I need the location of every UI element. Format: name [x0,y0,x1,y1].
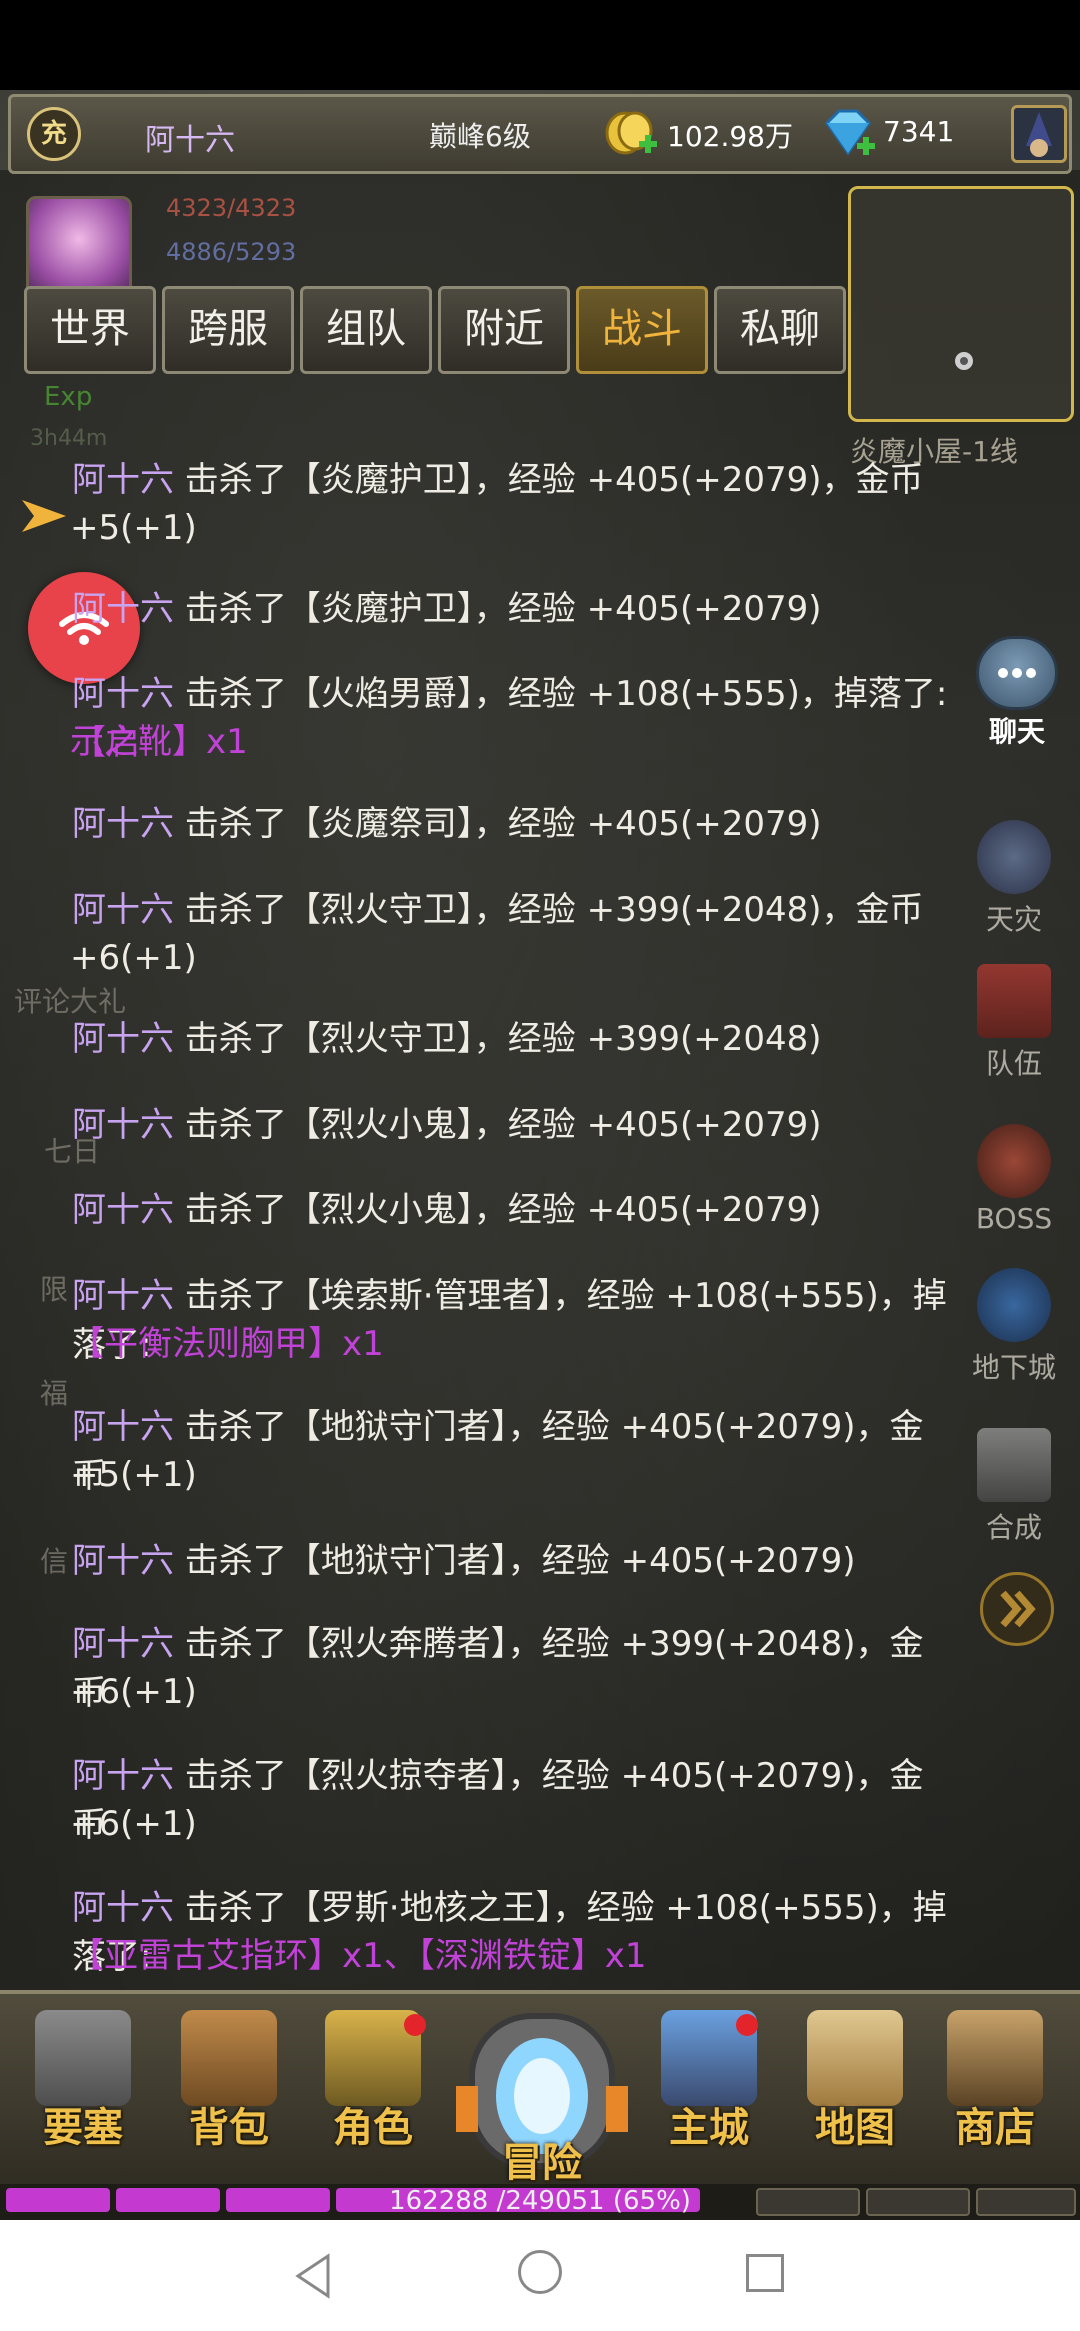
portal-icon [977,1268,1051,1342]
notification-badge [736,2014,758,2036]
synth-button[interactable]: 合成 [966,1428,1062,1546]
limited-label[interactable]: 限 [40,1268,68,1308]
chat-message: 阿十六 击杀了【地狱守门者】，经验 +405(+2079) [72,1541,856,1581]
home-icon[interactable] [518,2250,562,2294]
wizard-icon [1026,112,1052,157]
boss-button[interactable]: BOSS [966,1124,1062,1235]
backpack-icon [181,2010,277,2106]
tab-battle[interactable]: 战斗 [576,286,708,374]
diamond-value: 7341 [883,115,955,148]
hp-value: 4323/4323 [166,194,297,222]
status-bar [0,0,1080,90]
chat-bubble-icon [976,636,1058,710]
chat-message: 阿十六 击杀了【烈火掠夺者】，经验 +405(+2079)，金币 [72,1756,924,1845]
exp-text: 162288 /249051 (65%) [389,2186,691,2216]
team-button[interactable]: 队伍 [966,964,1062,1082]
back-icon[interactable] [292,2252,336,2300]
synth-label: 合成 [985,1511,1042,1544]
chat-message: 阿十六 击杀了【烈火小鬼】，经验 +405(+2079) [72,1105,822,1145]
boss-label: BOSS [975,1202,1053,1235]
chat-message-cont: +6(+1) [70,1672,197,1712]
nav-fortress[interactable]: 要塞 [28,2010,138,2160]
player-name: 阿十六 [145,123,235,158]
chat-message-cont: 【平衡法则胸甲】x1 [70,1324,384,1364]
hammer-icon [977,1428,1051,1502]
tianzai-button[interactable]: 天灾 [966,820,1062,938]
peak-level: 巅峰6级 [429,120,531,153]
recharge-button[interactable]: 充 [27,107,81,161]
chat-message: 阿十六 击杀了【炎魔护卫】，经验 +405(+2079)，金币 [72,460,924,500]
chat-message-cont: +5(+1) [70,1455,197,1495]
nav-backpack[interactable]: 背包 [174,2010,284,2160]
tab-team[interactable]: 组队 [300,286,432,374]
fortress-icon [35,2010,131,2106]
top-bar: 充 阿十六 巅峰6级 102.98万 7341 [8,94,1072,174]
nav-label: 背包 [189,2105,269,2151]
tab-nearby[interactable]: 附近 [438,286,570,374]
demon-icon [977,1124,1051,1198]
tab-private[interactable]: 私聊 [714,286,846,374]
nav-label: 商店 [955,2105,1035,2151]
mail-label[interactable]: 信 [40,1540,68,1580]
welfare-label[interactable]: 福 [40,1372,68,1412]
gold-icon [605,111,657,155]
chat-message: 阿十六 击杀了【炎魔护卫】，经验 +405(+2079) [72,589,822,629]
tianzai-label: 天灾 [985,903,1042,936]
double-chevron-icon [1000,1590,1036,1628]
nav-label: 主城 [669,2105,749,2151]
location-pin-icon [955,352,973,370]
chat-message-cont: 示之靴】x1 [70,722,248,762]
nav-adventure[interactable]: 冒险 [452,1996,632,2186]
gold-value: 102.98万 [667,120,793,153]
diamond-icon [825,109,875,156]
team-label: 队伍 [985,1047,1042,1080]
seven-day-label[interactable]: 七日 [44,1130,100,1170]
nav-map[interactable]: 地图 [800,2010,910,2160]
nav-shop[interactable]: 商店 [940,2010,1050,2160]
chat-message-cont: 【亚雷古艾指环】x1、【深渊铁锭】x1 [70,1936,647,1976]
chat-message: 阿十六 击杀了【烈火小鬼】，经验 +405(+2079) [72,1190,822,1230]
recent-apps-icon[interactable] [746,2254,784,2292]
nav-label: 角色 [333,2105,413,2151]
shop-bag-icon [947,2010,1043,2106]
chat-message: 阿十六 击杀了【烈火守卫】，经验 +399(+2048)，金币 [72,890,924,930]
nav-label: 要塞 [43,2105,123,2151]
tab-world[interactable]: 世界 [24,286,156,374]
nav-label: 冒险 [502,2140,582,2186]
flag-icon [977,964,1051,1038]
chat-message: 阿十六 击杀了【烈火奔腾者】，经验 +399(+2048)，金币 [72,1624,924,1713]
exp-label: Exp [44,382,93,412]
tab-cross-server[interactable]: 跨服 [162,286,294,374]
chat-message: 阿十六 击杀了【地狱守门者】，经验 +405(+2079)，金币 [72,1407,924,1496]
chat-message: 阿十六 击杀了【炎魔祭司】，经验 +405(+2079) [72,804,822,844]
scroll-map-icon [807,2010,903,2106]
chat-message-cont: +5(+1) [70,508,197,548]
nav-main-city[interactable]: 主城 [654,2010,764,2160]
nav-character[interactable]: 角色 [318,2010,428,2160]
notification-badge [404,2014,426,2036]
next-arrow-button[interactable] [980,1572,1054,1646]
nav-label: 地图 [815,2105,895,2151]
minimap[interactable] [848,186,1074,422]
chat-button-label: 聊天 [988,715,1045,748]
timer-label: 3h44m [30,426,108,451]
review-gift-label[interactable]: 评论大礼 [14,980,126,1020]
chat-button[interactable]: 聊天 [970,636,1064,748]
chat-arrow-icon [22,500,66,532]
chat-message: 阿十六 击杀了【烈火守卫】，经验 +399(+2048) [72,1019,822,1059]
monster-icon [977,820,1051,894]
mp-value: 4886/5293 [166,238,297,266]
chat-message-cont: +6(+1) [70,938,197,978]
dungeon-label: 地下城 [971,1351,1056,1384]
chat-message-cont: +6(+1) [70,1804,197,1844]
dungeon-button[interactable]: 地下城 [966,1268,1062,1386]
wizard-menu-button[interactable] [1011,105,1067,163]
